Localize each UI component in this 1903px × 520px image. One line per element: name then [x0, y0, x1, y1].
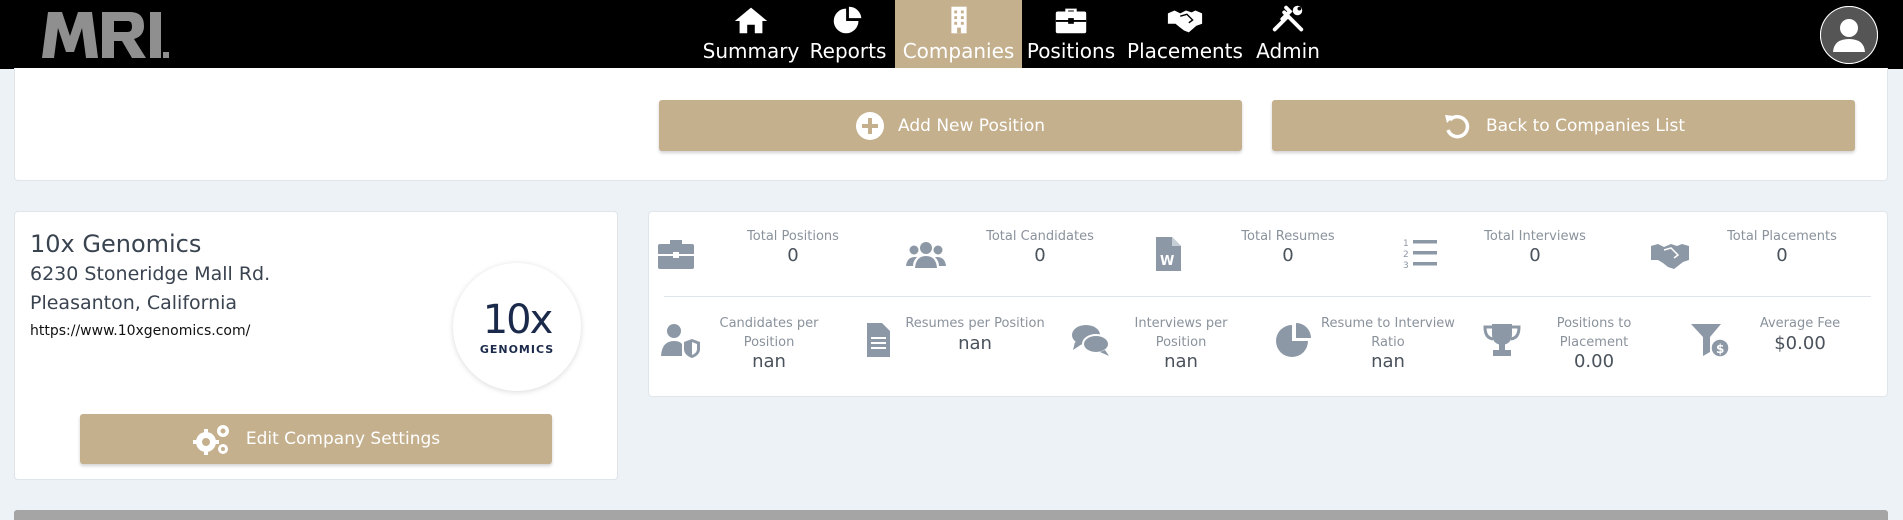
stat-value: nan [752, 351, 786, 372]
stat-label: Candidates per Position [719, 316, 819, 350]
stat-label: Total Placements [1727, 229, 1837, 244]
document-icon [867, 323, 890, 357]
home-icon [734, 7, 768, 34]
svg-text:W: W [1160, 254, 1174, 269]
nav-label: Reports [809, 39, 887, 63]
back-to-companies-button[interactable]: Back to Companies List [1272, 100, 1855, 151]
stat-value: 0 [1529, 245, 1541, 266]
gears-icon [192, 425, 229, 455]
stat-label: Average Fee [1759, 316, 1841, 331]
users-icon [906, 242, 946, 268]
svg-text:1: 1 [1403, 239, 1409, 249]
nav-item-companies[interactable]: Companies [895, 0, 1022, 69]
nav-item-summary[interactable]: Summary [700, 0, 802, 69]
svg-text:$: $ [1716, 342, 1724, 356]
nav-label: Placements [1127, 39, 1243, 63]
stat-value: $0.00 [1774, 333, 1826, 354]
top-nav-bar: Summary Reports Companies Positions Plac… [0, 0, 1903, 69]
nav-item-reports[interactable]: Reports [807, 0, 889, 69]
user-avatar[interactable] [1820, 6, 1878, 64]
trophy-icon [1483, 324, 1521, 356]
company-address-line1: 6230 Stoneridge Mall Rd. [30, 263, 271, 285]
stat-label: Total Resumes [1241, 229, 1335, 244]
stat-label: Interviews per Position [1134, 316, 1228, 350]
add-new-position-label: Add New Position [898, 115, 1045, 136]
handshake-icon [1167, 10, 1203, 33]
nav-item-positions[interactable]: Positions [1025, 0, 1117, 69]
edit-company-settings-label: Edit Company Settings [245, 429, 441, 449]
mri-logo[interactable] [40, 4, 170, 64]
svg-text:3: 3 [1403, 261, 1409, 271]
company-url-link[interactable]: https://www.10xgenomics.com/ [30, 323, 250, 339]
company-logo: 10x GENOMICS [453, 263, 581, 391]
building-icon [950, 6, 967, 34]
funnel-dollar-icon: $ [1691, 324, 1730, 358]
comments-icon [1072, 325, 1110, 356]
stat-label: Positions to Placement [1556, 316, 1632, 350]
stat-label: Total Positions [747, 229, 839, 244]
numbered-list-icon: 123 [1403, 239, 1437, 271]
undo-icon [1444, 114, 1470, 138]
handshake-icon [1651, 244, 1689, 269]
stat-label: Resumes per Position [905, 316, 1045, 331]
edit-company-settings-button[interactable]: Edit Company Settings [80, 414, 552, 464]
nav-label: Positions [1026, 39, 1116, 63]
briefcase-icon [658, 240, 694, 269]
stat-label: Resume to Interview Ratio [1321, 316, 1455, 350]
company-name: 10x Genomics [30, 230, 202, 258]
stat-value: 0 [787, 245, 799, 266]
stat-value: 0 [1776, 245, 1788, 266]
nav-item-admin[interactable]: Admin [1253, 0, 1323, 69]
briefcase-icon [1055, 8, 1087, 34]
pie-chart-icon [833, 6, 862, 34]
pie-chart-icon [1276, 323, 1311, 357]
nav-item-placements[interactable]: Placements [1126, 0, 1244, 69]
company-address-line2: Pleasanton, California [30, 292, 238, 314]
stats-divider [664, 296, 1871, 297]
plus-circle-icon [856, 111, 884, 140]
stat-label: Total Interviews [1484, 229, 1586, 244]
add-new-position-button[interactable]: Add New Position [659, 100, 1242, 151]
stat-value: nan [1371, 351, 1405, 372]
svg-text:2: 2 [1403, 250, 1409, 260]
user-icon [1820, 6, 1878, 64]
stat-value: 0.00 [1573, 351, 1615, 372]
company-logo-mark: 10x [482, 296, 554, 343]
word-file-icon: W [1156, 237, 1181, 271]
tools-icon [1272, 5, 1304, 32]
stat-label: Total Candidates [986, 229, 1094, 244]
stat-value: 0 [1282, 245, 1294, 266]
nav-label: Admin [1256, 39, 1320, 63]
back-to-companies-label: Back to Companies List [1485, 115, 1686, 136]
bottom-panel-edge [14, 510, 1888, 520]
nav-label: Companies [902, 39, 1015, 63]
stat-value: nan [1164, 351, 1198, 372]
stat-value: 0 [1034, 245, 1046, 266]
company-logo-text: GENOMICS [479, 342, 555, 356]
stat-value: nan [958, 333, 992, 354]
nav-label: Summary [702, 39, 800, 63]
user-shield-icon [661, 324, 700, 358]
